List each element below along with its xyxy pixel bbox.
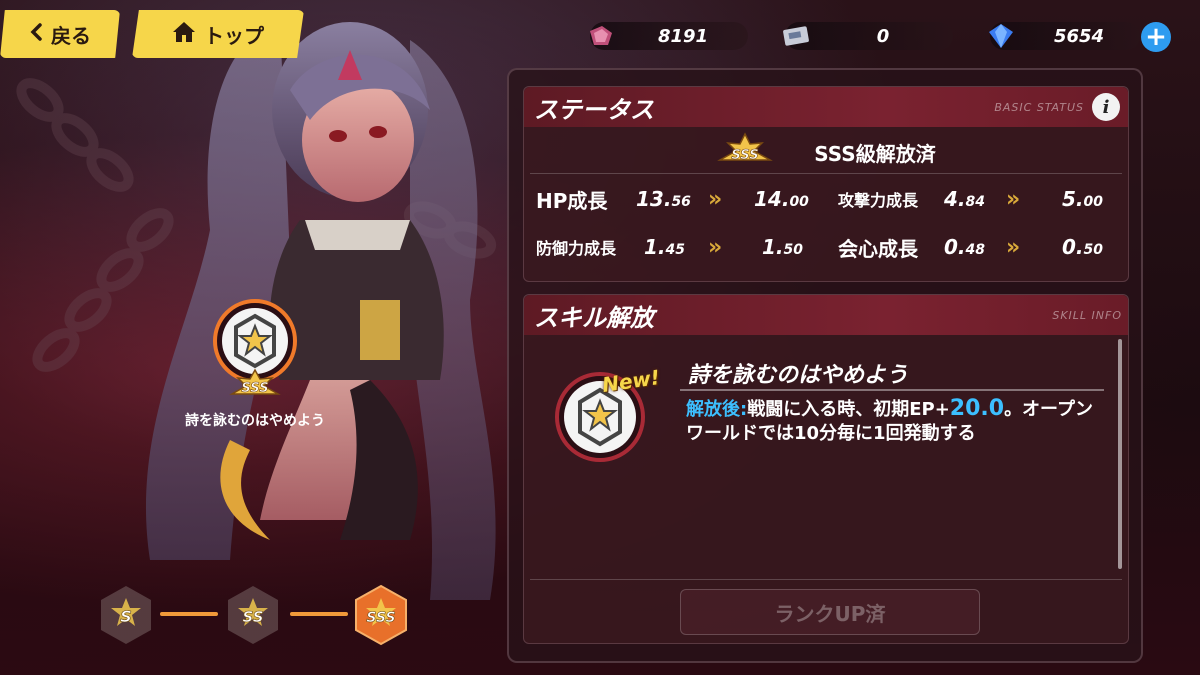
- add-crystal-button[interactable]: +: [1141, 22, 1171, 52]
- rank-node-ss[interactable]: SS: [222, 584, 284, 646]
- skill-header: スキル解放 SKILL INFO: [524, 295, 1128, 335]
- character-illustration: [145, 20, 496, 600]
- rank-node-sss[interactable]: SSS: [350, 584, 412, 646]
- skill-content: New! 詩を詠むのはやめよう 解放後:戦闘に入る時、初期EP+20.0。オープ…: [524, 339, 1128, 643]
- stat-name: HP成長: [536, 188, 608, 213]
- arrow-icon: »: [1006, 234, 1020, 260]
- fragment-count: 8191: [657, 25, 709, 47]
- rank-status-row: SSS SSS級解放済: [524, 131, 1128, 173]
- ticket-count: 0: [876, 25, 890, 47]
- chevron-left-icon: [29, 22, 43, 46]
- status-divider: [530, 173, 1122, 174]
- rankup-button[interactable]: ランクUP済: [680, 589, 980, 635]
- stat-defense: 防御力成長 1.45 » 1.50: [536, 227, 816, 267]
- left-sss-badge: SSS: [229, 368, 281, 396]
- sss-badge-icon: SSS: [717, 132, 774, 163]
- stat-from: 4.84: [944, 187, 985, 211]
- rank-sss-text: SSS: [366, 610, 395, 626]
- stat-hp: HP成長 13.56 » 14.00: [536, 179, 816, 219]
- skill-divider: [530, 579, 1122, 580]
- home-button[interactable]: トップ: [132, 10, 304, 58]
- stat-to: 14.00: [754, 187, 809, 211]
- skill-name-underline: [680, 389, 1104, 391]
- rank-status-label: SSS級解放済: [814, 141, 936, 166]
- stat-to: 0.50: [1062, 235, 1103, 259]
- stats-grid: HP成長 13.56 » 14.00 攻撃力成長 4.84 » 5.00 防御力…: [524, 179, 1128, 275]
- arrow-icon: »: [708, 234, 722, 260]
- stat-from: 13.56: [636, 187, 691, 211]
- rank-node-s[interactable]: S: [95, 584, 157, 646]
- home-label: トップ: [204, 23, 264, 48]
- status-subtitle: BASIC STATUS: [994, 101, 1084, 114]
- skill-section: スキル解放 SKILL INFO New! 詩を詠むのはやめよう 解放後:戦闘に…: [523, 294, 1129, 644]
- plus-icon: +: [1145, 22, 1167, 52]
- skill-name: 詩を詠むのはやめよう: [688, 363, 909, 388]
- stat-to: 5.00: [1062, 187, 1103, 211]
- stat-name: 会心成長: [838, 236, 918, 261]
- fragment-currency: 8191: [590, 22, 748, 50]
- fragment-icon: [584, 19, 618, 53]
- sss-badge-text: SSS: [732, 148, 759, 163]
- crystal-currency: 5654: [989, 22, 1140, 50]
- crystal-count: 5654: [1053, 25, 1105, 47]
- info-icon[interactable]: i: [1092, 93, 1120, 121]
- left-skill-label: 詩を詠むのはやめよう: [185, 413, 325, 429]
- desc-keyword: 解放後:: [686, 399, 748, 420]
- arrow-icon: »: [1006, 186, 1020, 212]
- back-label: 戻る: [51, 23, 91, 48]
- stat-attack: 攻撃力成長 4.84 » 5.00: [838, 179, 1118, 219]
- stat-name: 攻撃力成長: [838, 191, 919, 210]
- status-header: ステータス BASIC STATUS i: [524, 87, 1128, 127]
- detail-panel: ステータス BASIC STATUS i SSS SSS級解放済 HP成長 13…: [507, 68, 1143, 663]
- stat-from: 1.45: [644, 235, 685, 259]
- stat-from: 0.48: [944, 235, 985, 259]
- left-sss-text: SSS: [241, 381, 268, 396]
- stat-to: 1.50: [762, 235, 803, 259]
- arrow-icon: »: [708, 186, 722, 212]
- status-section: ステータス BASIC STATUS i SSS SSS級解放済 HP成長 13…: [523, 86, 1129, 282]
- home-icon: [172, 21, 196, 48]
- stat-crit: 会心成長 0.48 » 0.50: [838, 227, 1118, 267]
- rank-s-text: S: [120, 607, 132, 626]
- skill-description: 解放後:戦闘に入る時、初期EP+20.0。オープンワールドでは10分毎に1回発動…: [686, 397, 1106, 446]
- status-title: ステータス: [534, 95, 654, 124]
- crystal-icon: [984, 19, 1018, 53]
- skill-scrollbar[interactable]: [1118, 339, 1122, 569]
- back-button[interactable]: 戻る: [0, 10, 120, 58]
- desc-part1: 戦闘に入る時、初期EP+: [747, 399, 950, 420]
- new-badge: New!: [600, 365, 662, 397]
- skill-title: スキル解放: [534, 303, 654, 332]
- skill-subtitle: SKILL INFO: [1052, 309, 1122, 322]
- desc-number: 20.0: [949, 396, 1005, 421]
- rank-ss-text: SS: [242, 608, 263, 626]
- rank-connector-2: [290, 612, 348, 616]
- stat-name: 防御力成長: [536, 239, 617, 258]
- ticket-currency: 0: [783, 22, 953, 50]
- ticket-icon: [779, 19, 813, 53]
- rank-connector-1: [160, 612, 218, 616]
